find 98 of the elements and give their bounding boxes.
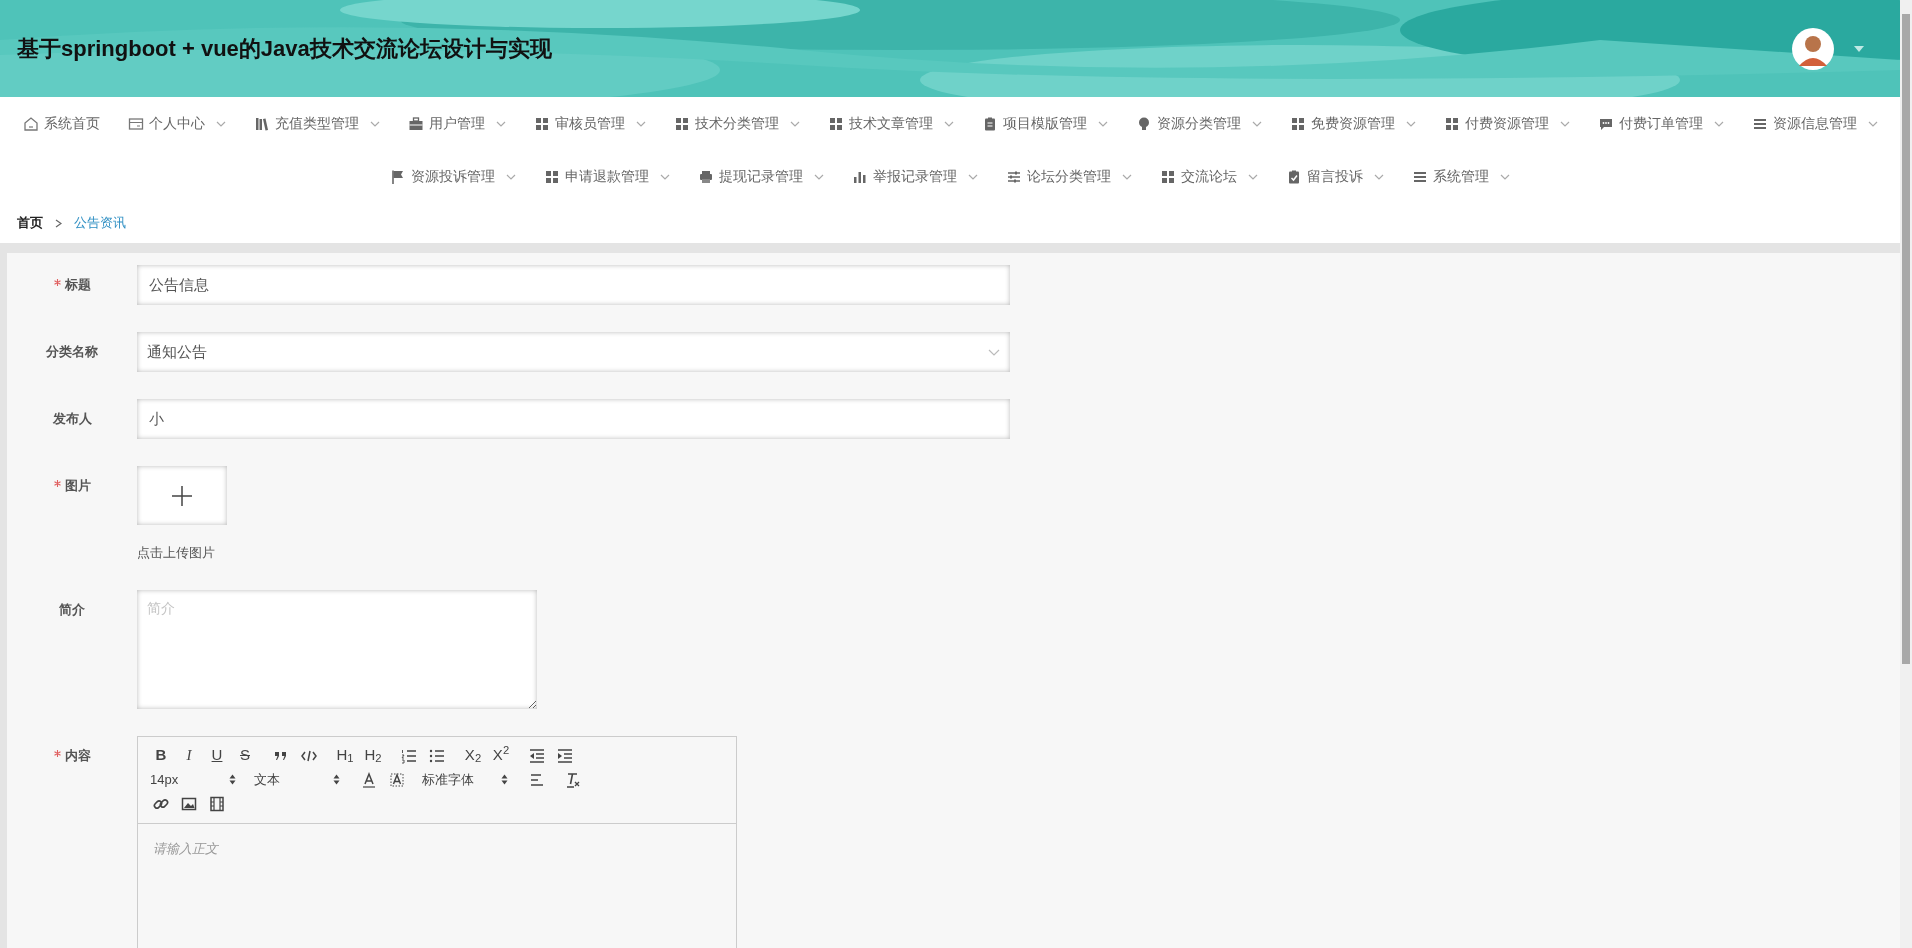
caret-icon[interactable]	[1854, 45, 1864, 52]
chevron-down-icon[interactable]	[789, 120, 800, 127]
field-label: 图片	[64, 477, 91, 495]
nav-menu-item[interactable]: 提现记录管理	[719, 166, 803, 187]
nav-menu-item[interactable]: 技术文章管理	[848, 113, 933, 134]
chevron-down-icon[interactable]	[660, 173, 670, 180]
chevron-down-icon[interactable]	[1248, 173, 1258, 180]
upload-hint: 点击上传图片	[137, 544, 216, 562]
nav-menu-item[interactable]: 技术分类管理	[694, 113, 779, 134]
chevron-down-icon	[988, 348, 1000, 356]
text-input[interactable]: 小	[137, 399, 1010, 439]
clipboard-check-icon	[1286, 168, 1302, 185]
format-button[interactable]: B	[150, 744, 172, 767]
format-button[interactable]: S	[234, 744, 256, 767]
chevron-down-icon[interactable]	[1122, 173, 1132, 180]
nav-menu-item[interactable]: 系统管理	[1433, 166, 1489, 187]
briefcase-icon	[407, 115, 424, 132]
highlight-icon[interactable]	[388, 770, 406, 789]
chevron-down-icon[interactable]	[814, 173, 824, 180]
scrollbar-thumb[interactable]	[1902, 14, 1910, 664]
toolbar-dropdown[interactable]: 14px	[150, 768, 240, 791]
toolbar-dropdown[interactable]: 文本	[254, 768, 344, 791]
chevron-down-icon[interactable]	[215, 120, 226, 127]
chevron-down-icon[interactable]	[1251, 120, 1262, 127]
nav-menu-item[interactable]: 申请退款管理	[565, 166, 649, 187]
grid-icon	[1289, 115, 1306, 132]
chevron-down-icon[interactable]	[1713, 120, 1724, 127]
flag-icon	[390, 168, 406, 185]
chevron-down-icon[interactable]	[968, 173, 978, 180]
nav-menu-item[interactable]: 论坛分类管理	[1027, 166, 1111, 187]
select-field[interactable]: 通知公告	[137, 332, 1010, 372]
nav-menu-item[interactable]: 举报记录管理	[873, 166, 957, 187]
chevron-down-icon[interactable]	[506, 173, 516, 180]
printer-icon	[698, 168, 714, 185]
grid-icon	[673, 115, 690, 132]
editor-placeholder: 请输入正文	[153, 840, 218, 856]
film-icon[interactable]	[208, 794, 226, 813]
format-button[interactable]: X$^{2}$	[490, 744, 512, 767]
nav-menu-item[interactable]: 充值类型管理	[274, 113, 359, 134]
chevron-down-icon[interactable]	[1559, 120, 1570, 127]
chevron-down-icon[interactable]	[1405, 120, 1416, 127]
nav-menu-item[interactable]: 项目模版管理	[1002, 113, 1087, 134]
home-icon	[22, 115, 39, 132]
clear-format-icon[interactable]	[564, 770, 582, 789]
chevron-down-icon[interactable]	[1374, 173, 1384, 180]
card-icon	[127, 115, 144, 132]
outdent-icon[interactable]	[528, 746, 546, 765]
image-upload-box[interactable]	[137, 466, 227, 525]
nav-menu-item[interactable]: 交流论坛	[1181, 166, 1237, 187]
nav-menu-item[interactable]: 审核员管理	[554, 113, 625, 134]
grid-icon	[544, 168, 560, 185]
nav-menu-item[interactable]: 资源信息管理	[1772, 113, 1857, 134]
nav-menu-item[interactable]: 资源投诉管理	[411, 166, 495, 187]
nav-menu-item[interactable]: 付费订单管理	[1618, 113, 1703, 134]
grid-icon	[1160, 168, 1176, 185]
textarea-field[interactable]: 简介	[137, 589, 537, 709]
grid-icon	[827, 115, 844, 132]
chevron-down-icon[interactable]	[635, 120, 646, 127]
text-input[interactable]: 公告信息	[137, 265, 1010, 305]
indent-icon[interactable]	[556, 746, 574, 765]
field-label: 标题	[64, 276, 91, 294]
format-button[interactable]: X$_{2}$	[462, 744, 484, 767]
field-label: 内容	[64, 746, 91, 765]
chevron-down-icon[interactable]	[1500, 173, 1510, 180]
site-title: 基于springboot + vue的Java技术交流论坛设计与实现	[17, 35, 552, 63]
field-label: 发布人	[52, 410, 92, 428]
updown-arrows-icon	[501, 774, 508, 785]
avatar[interactable]	[1792, 27, 1834, 70]
toolbar-dropdown[interactable]: 标准字体	[422, 768, 512, 791]
text-color-icon[interactable]	[360, 770, 378, 789]
nav-menu-item[interactable]: 留言投诉	[1307, 166, 1363, 187]
nav-menu-item[interactable]: 个人中心	[148, 113, 205, 134]
nav-menu-item[interactable]: 系统首页	[43, 113, 100, 134]
format-button[interactable]: I	[178, 744, 200, 767]
chevron-down-icon[interactable]	[1867, 120, 1878, 127]
grid-icon	[533, 115, 550, 132]
nav-menu-item[interactable]: 免费资源管理	[1310, 113, 1395, 134]
plus-icon	[171, 484, 193, 507]
updown-arrows-icon	[229, 774, 236, 785]
rich-text-editor[interactable]: B I U S H$_{1}$ H$_{2}$ X$_{2}$ X$^{2}$ 14px 文本 标准字体 请输入正文	[137, 735, 737, 948]
chevron-down-icon[interactable]	[1097, 120, 1108, 127]
format-button[interactable]: U	[206, 744, 228, 767]
nav-menu-item[interactable]: 付费资源管理	[1464, 113, 1549, 134]
chevron-down-icon[interactable]	[369, 120, 380, 127]
chevron-down-icon[interactable]	[943, 120, 954, 127]
nav-menu-item[interactable]: 用户管理	[428, 113, 485, 134]
format-button[interactable]: H$_{2}$	[362, 744, 384, 767]
chevron-down-icon[interactable]	[495, 120, 506, 127]
field-label: 分类名称	[46, 343, 98, 361]
grid-icon	[1443, 115, 1460, 132]
field-label: 简介	[59, 600, 85, 619]
breadcrumb-link[interactable]: 公告资讯	[74, 213, 126, 233]
breadcrumb-separator-icon	[55, 218, 62, 228]
format-button[interactable]: H$_{1}$	[334, 744, 356, 767]
books-icon	[253, 115, 270, 132]
updown-arrows-icon	[333, 774, 340, 785]
nav-menu-item[interactable]: 资源分类管理	[1156, 113, 1241, 134]
breadcrumb-link[interactable]: 首页	[17, 213, 43, 233]
